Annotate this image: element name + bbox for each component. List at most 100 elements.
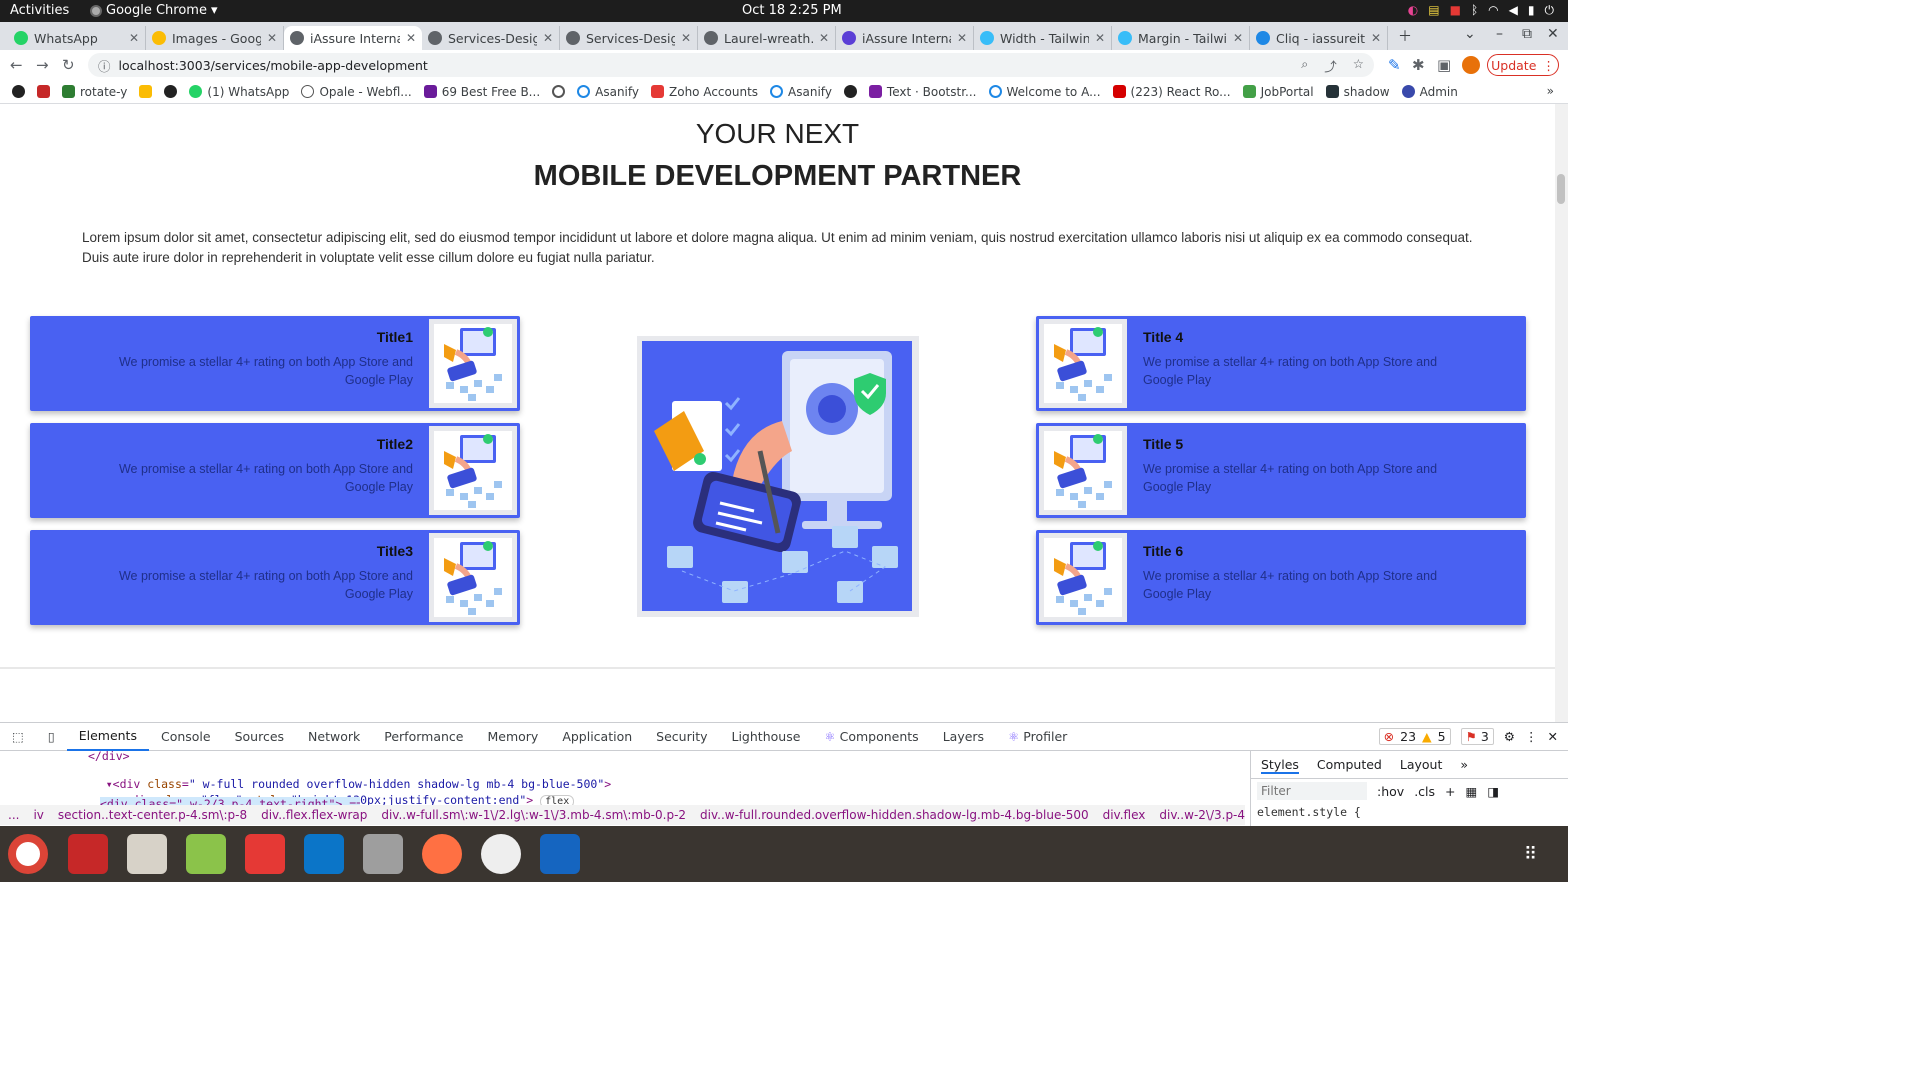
page-scrollbar[interactable] [1555,104,1568,722]
tab-width-tailwind[interactable]: Width - Tailwind ✕ [974,26,1112,50]
service-card-left-1[interactable]: Title1 We promise a stellar 4+ rating on… [30,316,520,411]
anydesk-app-icon[interactable] [245,834,285,874]
breadcrumb-item[interactable]: iv [33,808,43,822]
tab-components[interactable]: ⚛ Components [812,723,930,751]
tab-services-design-1[interactable]: Services-Design ✕ [422,26,560,50]
inspect-element-icon[interactable]: ⬚ [0,723,36,751]
more-tabs-icon[interactable]: » [1460,757,1468,774]
service-card-right-4[interactable]: Title 4 We promise a stellar 4+ rating o… [1036,316,1526,411]
bookmark-red-app[interactable] [37,85,50,98]
breadcrumb-item-selected[interactable]: div..w-2\/3.p-4.text-right [1159,808,1245,822]
bookmark-shadow[interactable]: shadow [1325,85,1390,99]
settings-gear-icon[interactable]: ⚙ [1504,729,1515,744]
terminal-app-icon[interactable] [68,834,108,874]
app-menu[interactable]: Google Chrome ▾ [90,3,218,18]
breadcrumb-item[interactable]: div.flex [1103,808,1146,822]
tab-styles[interactable]: Styles [1261,757,1299,774]
breadcrumb-item[interactable]: div..flex.flex-wrap [261,808,367,822]
extension-pen-icon[interactable]: ✎ [1388,56,1401,74]
window-close-icon[interactable]: ✕ [1547,26,1559,42]
bookmark-history[interactable] [552,85,566,98]
close-icon[interactable]: ✕ [129,31,139,45]
search-app-icon[interactable] [363,834,403,874]
close-icon[interactable]: ✕ [543,31,553,45]
close-icon[interactable]: ✕ [1233,31,1243,45]
paint-icon[interactable]: ▦ [1466,784,1478,799]
tab-margin-tailwind[interactable]: Margin - Tailwi ✕ [1112,26,1250,50]
close-icon[interactable]: ✕ [1095,31,1105,45]
show-apps-icon[interactable]: ⠿ [1524,844,1550,866]
text-editor-app-icon[interactable] [186,834,226,874]
avatar[interactable] [1462,56,1480,74]
tab-services-design-2[interactable]: Services-Design ✕ [560,26,698,50]
tab-computed[interactable]: Computed [1317,757,1382,774]
tab-application[interactable]: Application [550,723,644,751]
tab-lighthouse[interactable]: Lighthouse [720,723,813,751]
restore-icon[interactable]: ⧉ [1522,26,1532,42]
clock[interactable]: Oct 18 2:25 PM [742,3,842,18]
bookmark-github-3[interactable] [843,85,857,98]
minimize-icon[interactable]: – [1496,26,1503,42]
close-icon[interactable]: ✕ [819,31,829,45]
close-icon[interactable]: ✕ [267,31,277,45]
bookmark-zoho[interactable]: Zoho Accounts [651,85,758,99]
tab-security[interactable]: Security [644,723,719,751]
tab-network[interactable]: Network [296,723,372,751]
tab-search-icon[interactable]: ⌄ [1464,26,1476,42]
zoom-icon[interactable]: ⌕ [1301,56,1308,75]
tab-sources[interactable]: Sources [223,723,296,751]
site-info-icon[interactable]: ⓘ [98,56,111,75]
close-icon[interactable]: ✕ [406,31,416,45]
back-icon[interactable]: ← [10,56,23,74]
bookmark-asanify-1[interactable]: Asanify [577,85,639,99]
styles-filter-input[interactable] [1257,782,1367,800]
close-icon[interactable]: ✕ [957,31,967,45]
device-toggle-icon[interactable]: ▯ [36,723,67,751]
bookmark-bootstrap[interactable]: Text · Bootstr... [868,85,977,99]
bookmark-welcome[interactable]: Welcome to A... [988,85,1101,99]
bookmark-jobportal[interactable]: JobPortal [1242,85,1314,99]
tab-cliq[interactable]: Cliq - iassureit.c ✕ [1250,26,1388,50]
tab-memory[interactable]: Memory [475,723,550,751]
service-card-right-5[interactable]: Title 5 We promise a stellar 4+ rating o… [1036,423,1526,518]
new-tab-icon[interactable]: ＋ [1398,26,1412,46]
bookmark-whatsapp[interactable]: (1) WhatsApp [189,85,289,99]
tab-performance[interactable]: Performance [372,723,475,751]
tab-iassure-active[interactable]: iAssure Interna ✕ [284,26,422,50]
bookmark-asanify-2[interactable]: Asanify [770,85,832,99]
scrollbar-thumb[interactable] [1557,174,1565,204]
share-icon[interactable]: ⤴ [1324,56,1337,75]
extensions-icon[interactable]: ✱ [1412,56,1425,74]
breadcrumb-item[interactable]: section..text-center.p-4.sm\:p-8 [58,808,247,822]
tab-iassure-2[interactable]: iAssure Interna ✕ [836,26,974,50]
document-app-icon[interactable] [540,834,580,874]
breadcrumb-item[interactable]: div..w-full.rounded.overflow-hidden.shad… [700,808,1089,822]
hov-toggle[interactable]: :hov [1377,784,1404,799]
vscode-app-icon[interactable] [304,834,344,874]
bookmark-react-router[interactable]: (223) React Ro... [1112,85,1231,99]
update-button[interactable]: Update ⋮ [1487,54,1559,76]
more-options-icon[interactable]: ⋮ [1525,729,1538,744]
address-bar[interactable]: ⓘ localhost:3003/services/mobile-app-dev… [88,53,1374,77]
tab-whatsapp[interactable]: WhatsApp ✕ [8,26,146,50]
bookmark-gdrive[interactable] [139,85,153,98]
tab-profiler[interactable]: ⚛ Profiler [996,723,1079,751]
tab-console[interactable]: Console [149,723,223,751]
dom-line-0[interactable]: </div> [88,749,130,763]
breadcrumb-item[interactable]: ... [8,808,19,822]
tab-elements[interactable]: Elements [66,723,149,751]
bookmark-rotate-y[interactable]: rotate-y [62,85,127,99]
close-devtools-icon[interactable]: ✕ [1548,729,1558,744]
service-card-left-2[interactable]: Title2 We promise a stellar 4+ rating on… [30,423,520,518]
breadcrumb-item[interactable]: div..w-full.sm\:w-1\/2.lg\:w-1\/3.mb-4.s… [381,808,686,822]
cls-toggle[interactable]: .cls [1414,784,1435,799]
close-icon[interactable]: ✕ [1371,31,1381,45]
bookmark-admin[interactable]: Admin [1401,85,1458,99]
element-style-rule[interactable]: element.style { [1251,803,1568,821]
side-panel-icon[interactable]: ▣ [1437,56,1451,74]
add-rule-icon[interactable]: + [1445,784,1455,799]
forward-icon[interactable]: → [36,56,49,74]
more-bookmarks-icon[interactable]: » [1547,84,1554,98]
reload-icon[interactable]: ↻ [62,56,75,74]
issues-badge[interactable]: ⚑ 3 [1460,728,1494,745]
